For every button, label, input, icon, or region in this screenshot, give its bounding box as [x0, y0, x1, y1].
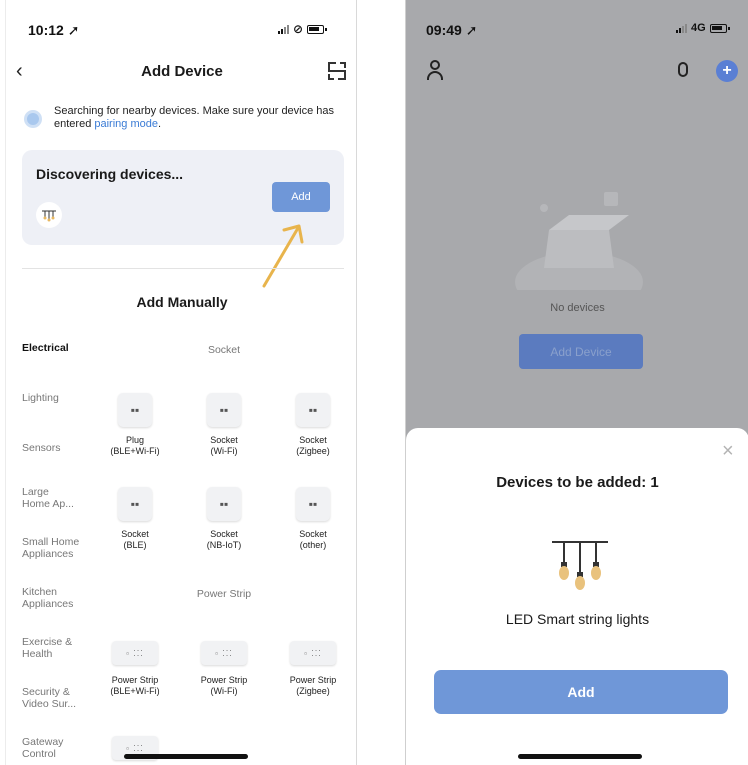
add-manually-title: Add Manually	[136, 294, 228, 310]
home-indicator[interactable]	[518, 754, 642, 759]
string-lights-icon	[552, 541, 608, 590]
pairing-mode-link[interactable]: pairing mode	[94, 118, 158, 130]
device-tile[interactable]: ▪▪ Socket (Zigbee)	[278, 393, 348, 457]
link-icon: ⊘	[293, 22, 304, 36]
home-screen: 09:49 ➚ 4G + No devices Add Device × Dev…	[405, 0, 748, 765]
device-tile[interactable]: ▪▪ Socket (Wi-Fi)	[189, 393, 259, 457]
category-lighting[interactable]: Lighting	[22, 392, 92, 404]
category-exercise[interactable]: Exercise & Health	[22, 636, 74, 660]
confirm-add-button[interactable]: Add	[434, 670, 728, 714]
scan-icon[interactable]	[328, 62, 346, 80]
signal-icon	[278, 24, 289, 34]
discovering-title: Discovering devices...	[36, 166, 184, 182]
device-name: LED Smart string lights	[505, 611, 650, 627]
empty-box-icon	[515, 192, 643, 290]
home-indicator[interactable]	[124, 754, 248, 759]
device-tile[interactable]: ▪▪ Socket (other)	[278, 487, 348, 551]
device-tile[interactable]: ▪▪ Plug (BLE+Wi-Fi)	[100, 393, 170, 457]
signal-icon	[676, 23, 687, 33]
category-security[interactable]: Security & Video Sur...	[22, 686, 78, 710]
device-tile[interactable]: ▫ ⁚⁚⁚ Power Strip (BLE+Wi-Fi)	[100, 641, 170, 697]
close-icon[interactable]: ×	[722, 440, 734, 463]
no-devices-text: No devices	[550, 302, 605, 314]
add-device-screen: 10:12 ➚ ⊘ ‹ Add Device Searching for nea…	[5, 0, 357, 765]
socket-icon: ▪▪	[118, 487, 152, 521]
device-tile[interactable]: ▪▪ Socket (NB-IoT)	[189, 487, 259, 551]
category-small-home[interactable]: Small Home Appliances	[22, 536, 88, 560]
divider	[22, 268, 344, 269]
status-icons: ⊘	[278, 22, 328, 36]
power-strip-icon: ▫ ⁚⁚⁚	[290, 641, 336, 665]
socket-icon: ▪▪	[296, 393, 330, 427]
add-plus-icon[interactable]: +	[716, 60, 738, 82]
device-tile[interactable]: ▫ ⁚⁚⁚	[100, 736, 170, 765]
device-tile[interactable]: ▫ ⁚⁚⁚ Power Strip (Zigbee)	[278, 641, 348, 697]
category-sensors[interactable]: Sensors	[22, 442, 92, 454]
category-electrical[interactable]: Electrical	[22, 342, 92, 354]
power-strip-icon: ▫ ⁚⁚⁚	[112, 641, 158, 665]
string-lights-thumb-icon	[36, 202, 62, 228]
add-device-button[interactable]: Add Device	[519, 334, 643, 369]
sheet-title: Devices to be added: 1	[496, 474, 659, 491]
category-gateway[interactable]: Gateway Control	[22, 736, 72, 760]
page-title: Add Device	[141, 63, 223, 80]
category-kitchen[interactable]: Kitchen Appliances	[22, 586, 80, 610]
searching-icon	[24, 110, 42, 128]
socket-icon: ▪▪	[118, 393, 152, 427]
socket-icon: ▪▪	[207, 393, 241, 427]
status-icons: 4G	[676, 22, 730, 34]
add-discovered-button[interactable]: Add	[272, 182, 330, 212]
device-tile[interactable]: ▫ ⁚⁚⁚ Power Strip (Wi-Fi)	[189, 641, 259, 697]
battery-icon	[307, 24, 328, 34]
pointer-arrow-icon	[262, 224, 304, 288]
socket-icon: ▪▪	[207, 487, 241, 521]
section-power-strip: Power Strip	[196, 588, 252, 600]
devices-to-add-sheet: × Devices to be added: 1 LED Smart strin…	[406, 428, 748, 765]
profile-icon[interactable]	[426, 60, 444, 80]
battery-icon	[709, 23, 730, 33]
socket-icon: ▪▪	[296, 487, 330, 521]
category-large-home[interactable]: Large Home Ap...	[22, 486, 74, 510]
network-label: 4G	[691, 22, 706, 34]
status-time: 10:12 ➚	[28, 22, 80, 38]
microphone-icon[interactable]	[678, 62, 688, 77]
section-socket: Socket	[207, 344, 241, 356]
power-strip-icon: ▫ ⁚⁚⁚	[201, 641, 247, 665]
status-time: 09:49 ➚	[426, 22, 478, 38]
search-notice: Searching for nearby devices. Make sure …	[54, 105, 335, 130]
device-tile[interactable]: ▪▪ Socket (BLE)	[100, 487, 170, 551]
